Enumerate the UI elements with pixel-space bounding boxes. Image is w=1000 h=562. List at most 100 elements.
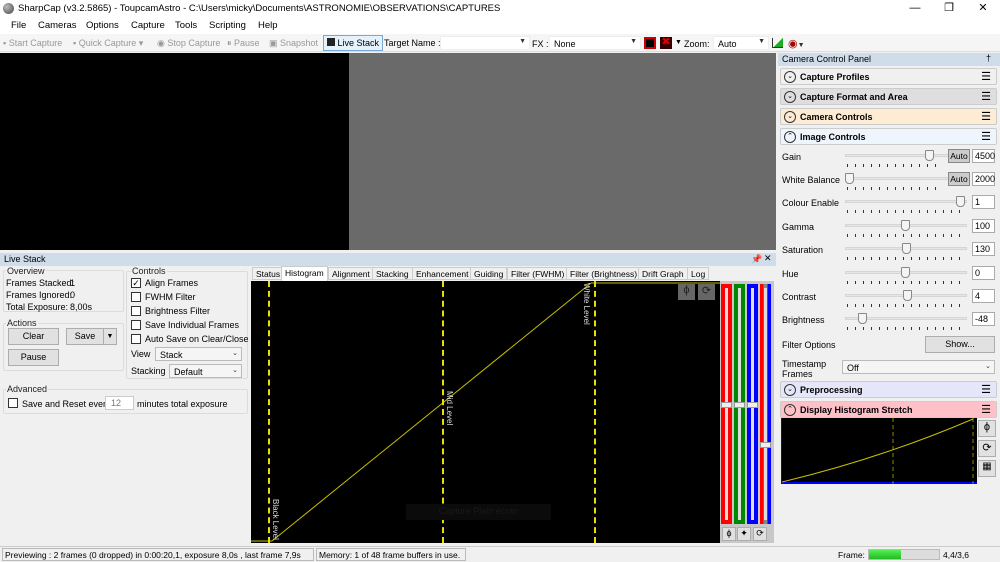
menu-icon[interactable]: ☰: [981, 383, 991, 396]
tab-filter-brightness[interactable]: Filter (Brightness): [566, 267, 642, 280]
clear-button[interactable]: Clear: [8, 328, 59, 345]
minimize-button[interactable]: —: [898, 0, 932, 17]
saturation-value-input[interactable]: 130: [972, 242, 995, 256]
focus-overlay-icon[interactable]: [644, 37, 656, 49]
display-stretch-histogram[interactable]: [781, 418, 977, 484]
black-level-line[interactable]: [268, 281, 270, 543]
close-panel-icon[interactable]: ✕: [764, 253, 772, 264]
menu-scripting[interactable]: Scripting: [209, 20, 246, 31]
section-camera-controls[interactable]: ⌄ Camera Controls ☰: [780, 108, 997, 125]
menu-file[interactable]: File: [11, 20, 26, 31]
fx-select[interactable]: None ▼: [549, 36, 641, 50]
close-button[interactable]: ✕: [966, 0, 1000, 17]
sparkle-icon[interactable]: ✦: [737, 527, 751, 541]
tab-histogram[interactable]: Histogram: [281, 266, 328, 281]
tab-log[interactable]: Log: [687, 267, 710, 280]
tab-status[interactable]: Status: [252, 267, 285, 280]
menu-icon[interactable]: ☰: [981, 110, 991, 123]
fwhm-filter-checkbox[interactable]: [131, 292, 141, 302]
blue-channel-slider[interactable]: [747, 284, 758, 524]
pin-icon[interactable]: 📌: [751, 254, 762, 265]
auto-stretch-icon[interactable]: ϕ: [678, 284, 695, 300]
quick-capture-button[interactable]: ▪ Quick Capture ▾: [73, 38, 143, 49]
pause-stack-button[interactable]: Pause: [8, 349, 59, 366]
luminance-slider[interactable]: [760, 284, 771, 524]
menu-tools[interactable]: Tools: [175, 20, 197, 31]
colour-enable-slider-thumb[interactable]: [956, 196, 965, 207]
menu-capture[interactable]: Capture: [131, 20, 165, 31]
stacking-select[interactable]: Default ⌄: [169, 364, 242, 378]
hue-slider-thumb[interactable]: [901, 267, 910, 278]
histogram-icon[interactable]: [772, 38, 783, 48]
contrast-value-input[interactable]: 4: [972, 289, 995, 303]
red-channel-slider[interactable]: [721, 284, 732, 524]
save-individual-frames-checkbox[interactable]: [131, 320, 141, 330]
menu-icon[interactable]: ☰: [981, 90, 991, 103]
filter-options-show-button[interactable]: Show...: [925, 336, 995, 353]
histogram-plot[interactable]: Black Level Mid Level White Level Captur…: [251, 281, 720, 543]
menu-icon[interactable]: ☰: [981, 403, 991, 416]
save-icon[interactable]: ▦: [978, 460, 996, 477]
section-image-controls[interactable]: ⌃ Image Controls ☰: [780, 128, 997, 145]
colour-enable-value-input[interactable]: 1: [972, 195, 995, 209]
colour-enable-slider[interactable]: [845, 200, 967, 203]
tab-filter-fwhm[interactable]: Filter (FWHM): [507, 267, 569, 280]
save-reset-checkbox[interactable]: [8, 398, 18, 408]
pause-button[interactable]: ⏸ Pause: [227, 38, 260, 49]
tab-drift-graph[interactable]: Drift Graph: [638, 267, 688, 280]
live-stack-button[interactable]: Live Stack: [323, 35, 384, 51]
reset-icon[interactable]: ⟳: [978, 440, 996, 457]
start-capture-button[interactable]: ▪ Start Capture: [3, 38, 62, 48]
section-display-histogram-stretch[interactable]: ⌃ Display Histogram Stretch ☰: [780, 401, 997, 418]
menu-help[interactable]: Help: [258, 20, 278, 31]
view-select[interactable]: Stack ⌄: [155, 347, 242, 361]
tab-enhancement[interactable]: Enhancement: [412, 267, 473, 280]
tab-stacking[interactable]: Stacking: [372, 267, 413, 280]
gain-auto-button[interactable]: Auto: [948, 149, 970, 163]
pin-icon[interactable]: †: [986, 53, 991, 63]
brightness-slider-thumb[interactable]: [858, 313, 867, 324]
tab-alignment[interactable]: Alignment: [328, 267, 374, 280]
green-channel-slider[interactable]: [734, 284, 745, 524]
section-capture-format[interactable]: ⌄ Capture Format and Area ☰: [780, 88, 997, 105]
maximize-button[interactable]: ❐: [932, 0, 966, 17]
target-name-input[interactable]: ▼: [440, 36, 530, 50]
reset-channel-icon[interactable]: ⟳: [753, 527, 767, 541]
tab-guiding[interactable]: Guiding: [470, 267, 508, 280]
auto-channel-icon[interactable]: ϕ: [722, 527, 736, 541]
section-capture-profiles[interactable]: ⌄ Capture Profiles ☰: [780, 68, 997, 85]
minutes-stepper[interactable]: 12: [105, 396, 134, 410]
auto-save-checkbox[interactable]: [131, 334, 141, 344]
stop-capture-button[interactable]: ◉ Stop Capture: [157, 38, 220, 49]
align-frames-checkbox[interactable]: ✓: [131, 278, 141, 288]
reticle-overlay-icon[interactable]: ✖: [660, 37, 672, 49]
snapshot-button[interactable]: ▣ Snapshot: [269, 38, 318, 49]
gain-slider-thumb[interactable]: [925, 150, 934, 161]
brightness-filter-checkbox[interactable]: [131, 306, 141, 316]
gamma-slider-thumb[interactable]: [901, 220, 910, 231]
camera-preview-image[interactable]: [0, 53, 349, 250]
menu-icon[interactable]: ☰: [981, 70, 991, 83]
brightness-value-input[interactable]: -48: [972, 312, 995, 326]
gamma-value-input[interactable]: 100: [972, 219, 995, 233]
white-balance-value-input[interactable]: 2000: [972, 172, 995, 186]
menu-options[interactable]: Options: [86, 20, 119, 31]
gain-value-input[interactable]: 4500: [972, 149, 995, 163]
zoom-select[interactable]: Auto ▼: [713, 36, 769, 50]
menu-cameras[interactable]: Cameras: [38, 20, 77, 31]
save-button[interactable]: Save: [66, 328, 104, 345]
saturation-slider-thumb[interactable]: [902, 243, 911, 254]
reset-icon[interactable]: ⟳: [698, 284, 715, 300]
menu-icon[interactable]: ☰: [981, 130, 991, 143]
save-dropdown-button[interactable]: ▼: [103, 328, 117, 345]
white-level-line[interactable]: [594, 281, 596, 543]
contrast-slider-thumb[interactable]: [903, 290, 912, 301]
timestamp-frames-select[interactable]: Off ⌄: [842, 360, 995, 374]
hue-value-input[interactable]: 0: [972, 266, 995, 280]
white-balance-slider-thumb[interactable]: [845, 173, 854, 184]
zoom-magnifier-icon[interactable]: ◉▼: [788, 37, 805, 50]
auto-stretch-icon[interactable]: ϕ: [978, 420, 996, 437]
chevron-down-icon[interactable]: ▼: [675, 39, 682, 46]
white-balance-auto-button[interactable]: Auto: [948, 172, 970, 186]
section-preprocessing[interactable]: ⌄ Preprocessing ☰: [780, 381, 997, 398]
